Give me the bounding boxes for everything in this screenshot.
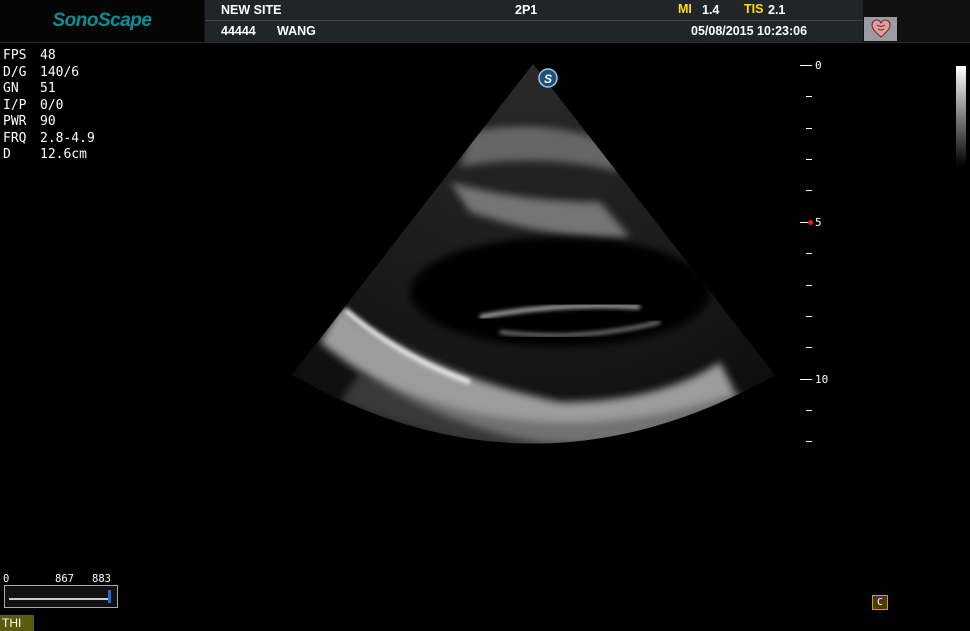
- depth-label-5: 5: [815, 216, 822, 229]
- cine-frame-labels: 0 867 883: [3, 573, 118, 585]
- depth-tick: [800, 65, 812, 66]
- depth-tick: [806, 316, 812, 317]
- cine-slider[interactable]: [4, 585, 118, 608]
- info-row-bottom: 44444 WANG 05/08/2015 10:23:06: [205, 21, 863, 42]
- cine-end: 883: [92, 573, 111, 585]
- depth-tick: [806, 253, 812, 254]
- depth-label-10: 10: [815, 373, 829, 386]
- depth-tick: [806, 347, 812, 348]
- mi-value: 1.4: [702, 3, 720, 17]
- exam-datetime: 05/08/2015 10:23:06: [691, 24, 808, 38]
- depth-tick: [806, 159, 812, 160]
- heart-icon: [870, 19, 891, 38]
- c-indicator: C: [872, 595, 888, 610]
- depth-tick: [806, 128, 812, 129]
- depth-tick: [800, 379, 812, 380]
- patient-id: 44444: [221, 24, 256, 38]
- info-row-top: NEW SITE 2P1 MI 1.4 TIS 2.1: [205, 0, 863, 21]
- cine-current: 867: [55, 573, 74, 585]
- focus-marker-icon[interactable]: [808, 220, 813, 225]
- probe-name: 2P1: [515, 3, 538, 17]
- hospital-name: NEW SITE: [221, 3, 282, 17]
- patient-name: WANG: [277, 24, 316, 38]
- mi-label: MI: [678, 2, 692, 16]
- tis-label: TIS: [744, 2, 764, 16]
- gray-scale-bar: [956, 66, 966, 166]
- ultrasound-image[interactable]: S: [0, 42, 970, 512]
- marker-letter: S: [544, 72, 552, 86]
- cine-thumb[interactable]: [108, 590, 111, 603]
- top-header: SonoScape NEW SITE 2P1 MI 1.4 TIS 2.1 44…: [0, 0, 970, 43]
- thi-indicator: THI: [0, 615, 34, 631]
- depth-tick: [806, 441, 812, 442]
- depth-tick: [806, 410, 812, 411]
- tis-value: 2.1: [768, 3, 786, 17]
- patient-info-panel: NEW SITE 2P1 MI 1.4 TIS 2.1 44444 WANG 0…: [205, 0, 863, 42]
- depth-label-0: 0: [815, 59, 822, 72]
- cine-start: 0: [3, 573, 10, 585]
- depth-tick: [806, 190, 812, 191]
- exam-type-button[interactable]: [864, 17, 897, 41]
- sonoscape-logo: SonoScape: [0, 0, 204, 42]
- depth-tick: [806, 96, 812, 97]
- depth-tick: [806, 285, 812, 286]
- cine-track[interactable]: [9, 598, 109, 600]
